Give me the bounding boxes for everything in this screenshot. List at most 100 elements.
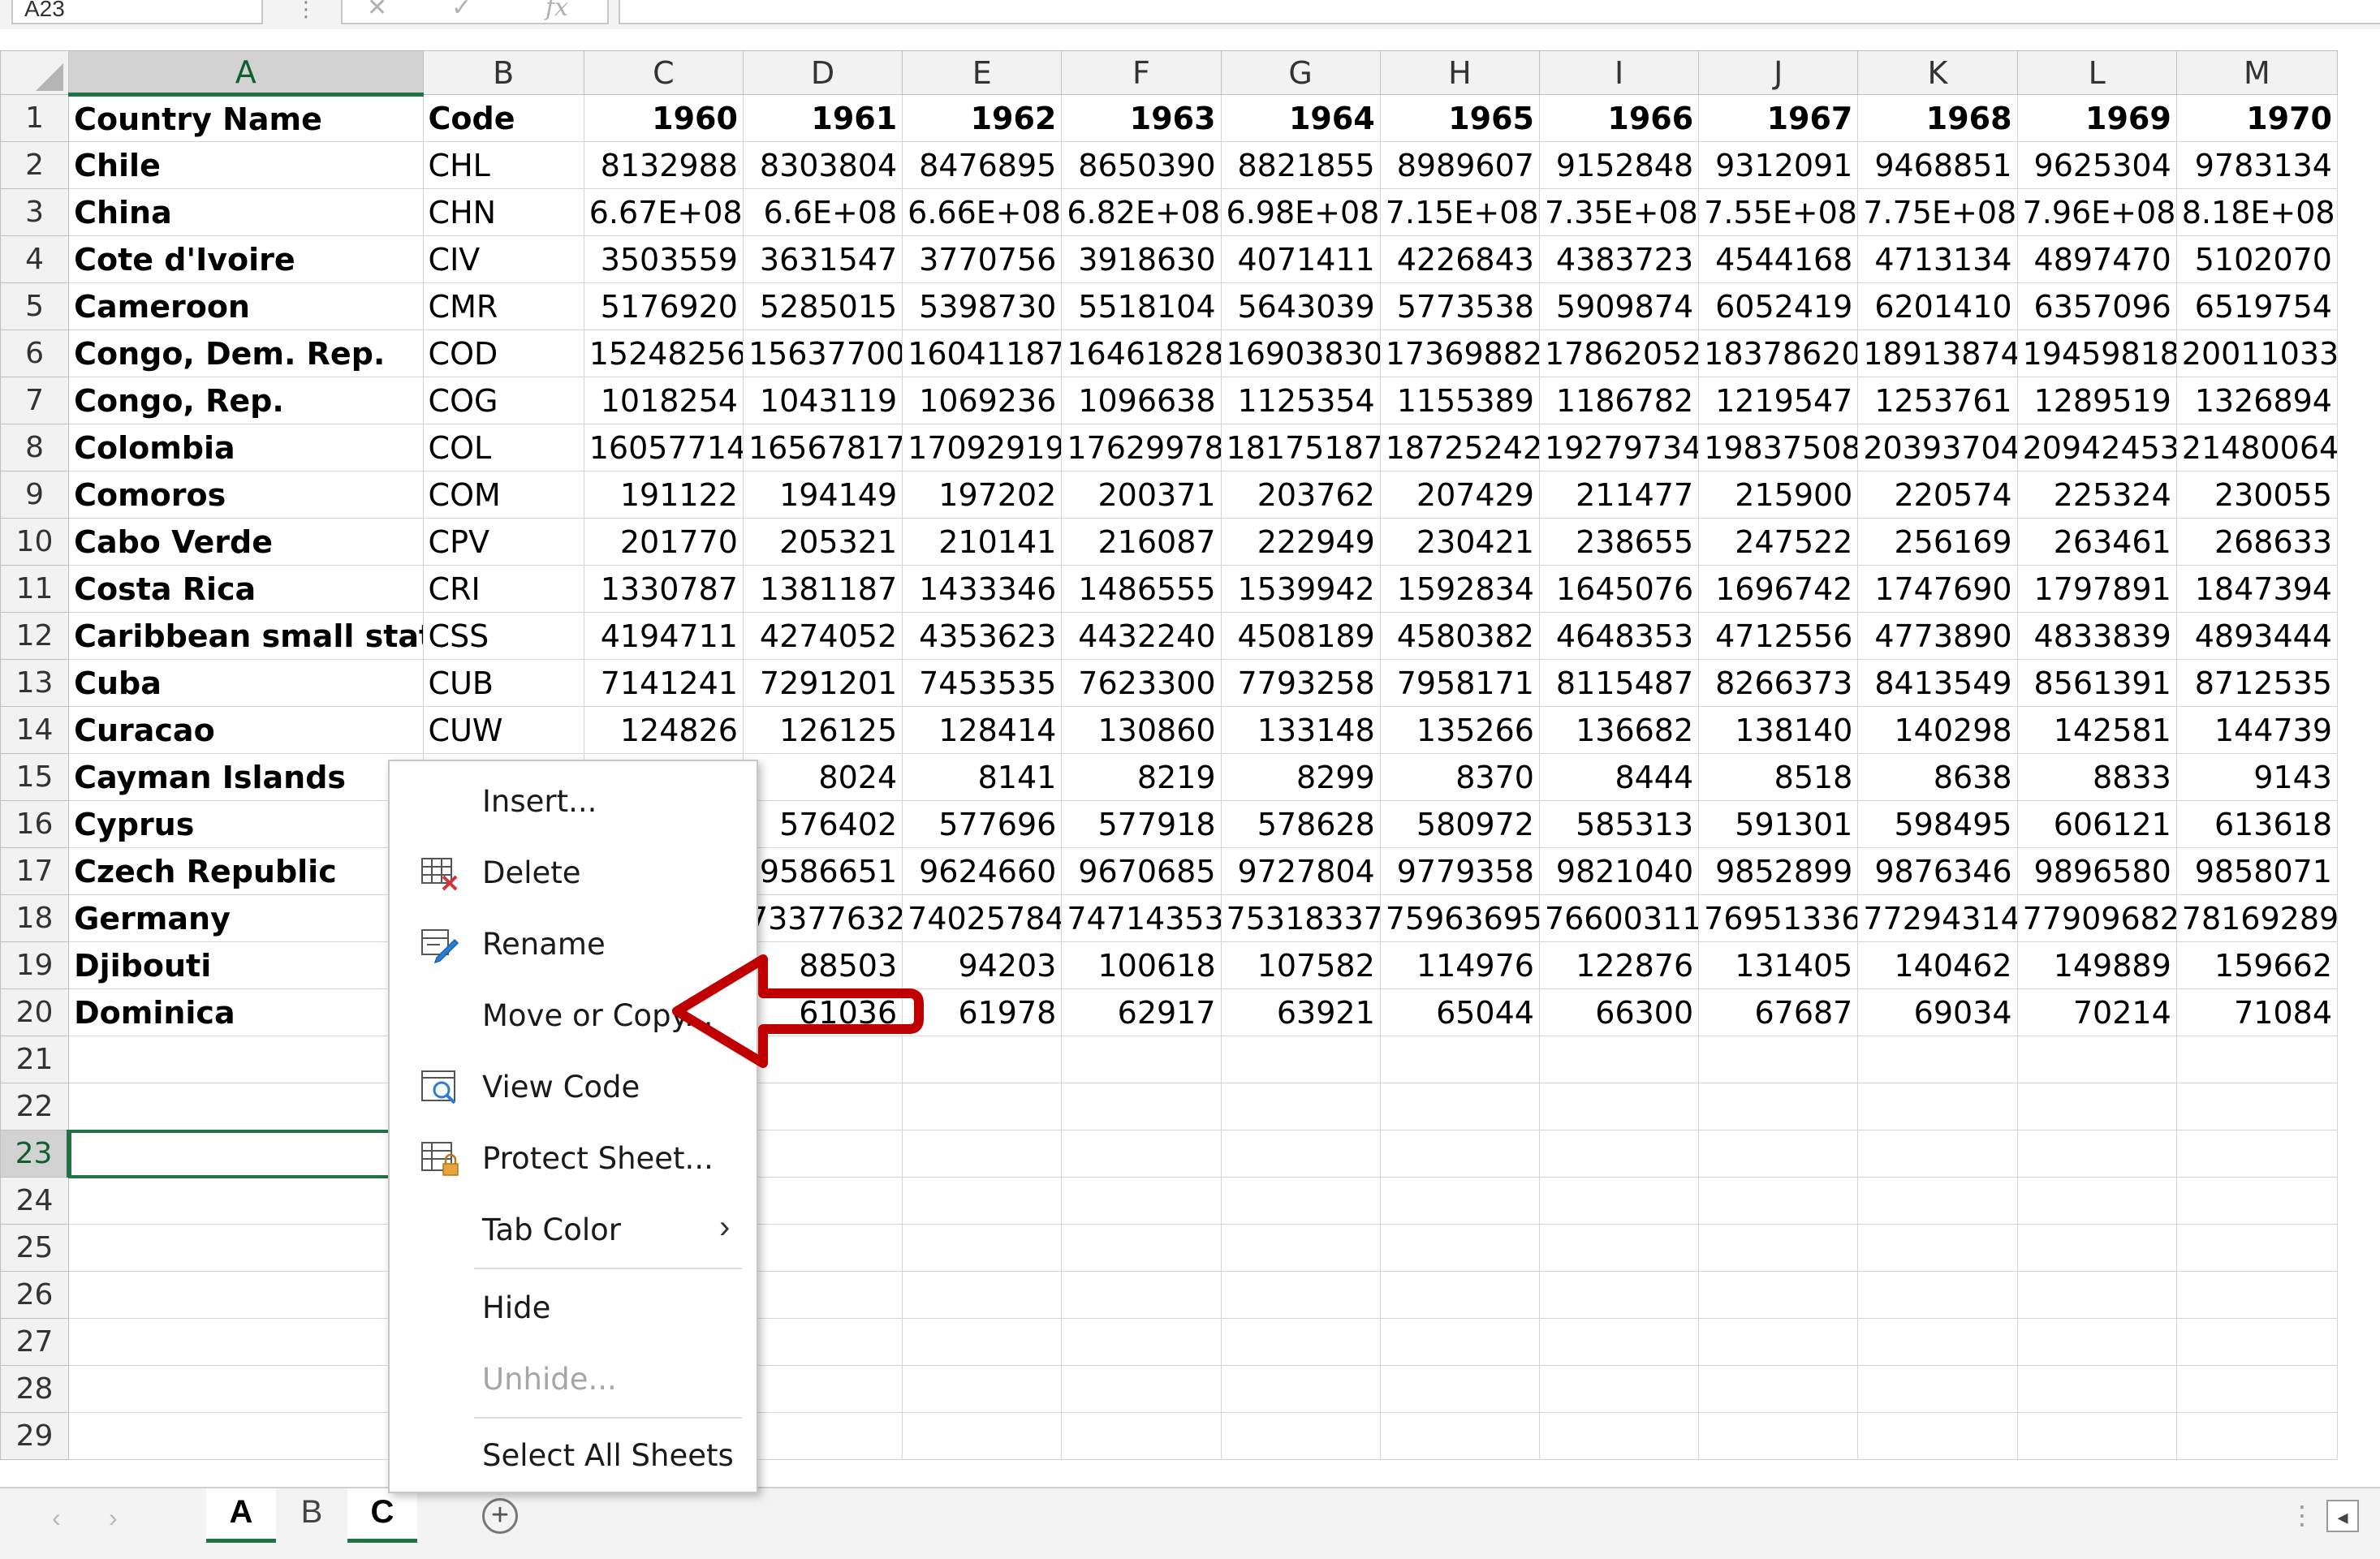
column-header-c[interactable]: C <box>583 50 744 95</box>
cell-h26[interactable] <box>1379 1271 1540 1319</box>
cell-l3[interactable]: 7.96E+08 <box>2016 188 2177 236</box>
cell-j24[interactable] <box>1698 1177 1859 1225</box>
cell-l11[interactable]: 1797891 <box>2016 565 2177 613</box>
cell-g12[interactable]: 4508189 <box>1220 612 1381 660</box>
cell-h6[interactable]: 17369882 <box>1379 329 1540 377</box>
cell-e23[interactable] <box>902 1130 1063 1178</box>
cell-b6[interactable]: COD <box>422 329 584 377</box>
cell-h14[interactable]: 135266 <box>1379 706 1540 754</box>
cell-a15[interactable]: Cayman Islands <box>68 753 424 801</box>
cell-i19[interactable]: 122876 <box>1538 941 1700 989</box>
column-header-i[interactable]: I <box>1538 50 1700 95</box>
cell-e11[interactable]: 1433346 <box>902 565 1063 613</box>
cell-l19[interactable]: 149889 <box>2016 941 2177 989</box>
cell-l24[interactable] <box>2016 1177 2177 1225</box>
menu-item-delete[interactable]: Delete <box>390 849 757 898</box>
cell-a25[interactable] <box>68 1224 424 1272</box>
cell-m12[interactable]: 4893444 <box>2175 612 2339 660</box>
cell-i20[interactable]: 66300 <box>1538 988 1700 1036</box>
cell-c14[interactable]: 124826 <box>583 706 744 754</box>
cell-f15[interactable]: 8219 <box>1061 753 1222 801</box>
cell-f24[interactable] <box>1061 1177 1222 1225</box>
cell-k7[interactable]: 1253761 <box>1857 377 2018 424</box>
cell-j13[interactable]: 8266373 <box>1698 659 1859 707</box>
cell-a27[interactable] <box>68 1318 424 1366</box>
cell-b13[interactable]: CUB <box>422 659 584 707</box>
cell-j14[interactable]: 138140 <box>1698 706 1859 754</box>
row-header-11[interactable]: 11 <box>0 565 70 613</box>
cell-a23[interactable] <box>67 1129 425 1178</box>
cell-i28[interactable] <box>1538 1365 1700 1413</box>
cell-f1[interactable]: 1963 <box>1061 94 1222 142</box>
cell-k25[interactable] <box>1857 1224 2018 1272</box>
cell-e9[interactable]: 197202 <box>902 471 1063 519</box>
cell-h23[interactable] <box>1379 1130 1540 1178</box>
cell-m29[interactable] <box>2175 1412 2339 1460</box>
row-header-22[interactable]: 22 <box>0 1083 70 1130</box>
cell-j3[interactable]: 7.55E+08 <box>1698 188 1859 236</box>
cell-d24[interactable] <box>742 1177 903 1225</box>
cell-a28[interactable] <box>68 1365 424 1413</box>
cell-j9[interactable]: 215900 <box>1698 471 1859 519</box>
cell-m7[interactable]: 1326894 <box>2175 377 2339 424</box>
cell-b5[interactable]: CMR <box>422 282 584 330</box>
cell-g8[interactable]: 18175187 <box>1220 424 1381 472</box>
cell-d14[interactable]: 126125 <box>742 706 903 754</box>
cell-c11[interactable]: 1330787 <box>583 565 744 613</box>
cell-k29[interactable] <box>1857 1412 2018 1460</box>
column-header-h[interactable]: H <box>1379 50 1540 95</box>
cell-f21[interactable] <box>1061 1036 1222 1083</box>
cell-m26[interactable] <box>2175 1271 2339 1319</box>
cell-l7[interactable]: 1289519 <box>2016 377 2177 424</box>
column-header-a[interactable]: A <box>68 50 424 97</box>
cell-d29[interactable] <box>742 1412 903 1460</box>
cell-f16[interactable]: 577918 <box>1061 800 1222 848</box>
cell-d6[interactable]: 15637700 <box>742 329 903 377</box>
cell-k19[interactable]: 140462 <box>1857 941 2018 989</box>
cell-j10[interactable]: 247522 <box>1698 518 1859 566</box>
cell-i5[interactable]: 5909874 <box>1538 282 1700 330</box>
cell-b1[interactable]: Code <box>422 94 584 142</box>
cell-a9[interactable]: Comoros <box>68 471 424 519</box>
cell-f23[interactable] <box>1061 1130 1222 1178</box>
row-header-12[interactable]: 12 <box>0 612 70 660</box>
row-header-14[interactable]: 14 <box>0 706 70 754</box>
cell-l13[interactable]: 8561391 <box>2016 659 2177 707</box>
cell-l1[interactable]: 1969 <box>2016 94 2177 142</box>
cell-k1[interactable]: 1968 <box>1857 94 2018 142</box>
cell-m25[interactable] <box>2175 1224 2339 1272</box>
cell-f10[interactable]: 216087 <box>1061 518 1222 566</box>
row-header-8[interactable]: 8 <box>0 424 70 472</box>
cell-b10[interactable]: CPV <box>422 518 584 566</box>
cell-i7[interactable]: 1186782 <box>1538 377 1700 424</box>
cell-a4[interactable]: Cote d'Ivoire <box>68 235 424 283</box>
cell-k15[interactable]: 8638 <box>1857 753 2018 801</box>
cell-d5[interactable]: 5285015 <box>742 282 903 330</box>
cell-e10[interactable]: 210141 <box>902 518 1063 566</box>
cell-b11[interactable]: CRI <box>422 565 584 613</box>
cell-a26[interactable] <box>68 1271 424 1319</box>
cell-a8[interactable]: Colombia <box>68 424 424 472</box>
cell-j1[interactable]: 1967 <box>1698 94 1859 142</box>
cell-e1[interactable]: 1962 <box>902 94 1063 142</box>
column-header-d[interactable]: D <box>742 50 903 95</box>
cell-e6[interactable]: 16041187 <box>902 329 1063 377</box>
cell-h9[interactable]: 207429 <box>1379 471 1540 519</box>
cell-m21[interactable] <box>2175 1036 2339 1083</box>
cell-j6[interactable]: 18378620 <box>1698 329 1859 377</box>
cell-k9[interactable]: 220574 <box>1857 471 2018 519</box>
cell-d8[interactable]: 16567817 <box>742 424 903 472</box>
tab-split-grip-icon[interactable]: ⋮ <box>2289 1500 2315 1531</box>
cell-a7[interactable]: Congo, Rep. <box>68 377 424 424</box>
cell-e28[interactable] <box>902 1365 1063 1413</box>
cell-i17[interactable]: 9821040 <box>1538 847 1700 895</box>
cell-c10[interactable]: 201770 <box>583 518 744 566</box>
cell-e25[interactable] <box>902 1224 1063 1272</box>
cell-e29[interactable] <box>902 1412 1063 1460</box>
cell-i23[interactable] <box>1538 1130 1700 1178</box>
cell-i8[interactable]: 19279734 <box>1538 424 1700 472</box>
row-header-10[interactable]: 10 <box>0 518 70 566</box>
cell-a16[interactable]: Cyprus <box>68 800 424 848</box>
menu-item-hide[interactable]: Hide <box>390 1284 757 1333</box>
cell-c6[interactable]: 15248256 <box>583 329 744 377</box>
